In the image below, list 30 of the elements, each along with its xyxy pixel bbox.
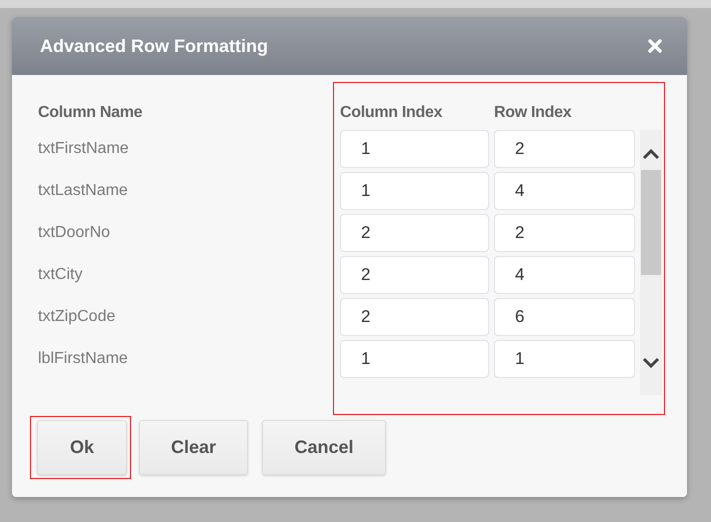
column-name: txtZipCode (38, 308, 116, 326)
dialog-button[interactable]: Cancel (262, 420, 386, 475)
row-index-field[interactable]: 2 (494, 130, 635, 168)
dialog-button[interactable]: Clear (139, 420, 248, 475)
column-name: txtCity (38, 266, 84, 284)
row-index-field[interactable]: 6 (494, 298, 635, 336)
column-header: Row Index (494, 104, 572, 122)
chevron-down-icon[interactable] (642, 357, 660, 369)
column-index-field[interactable]: 1 (340, 130, 489, 168)
dialog-button[interactable]: Ok (37, 420, 127, 475)
row-index-field[interactable]: 4 (494, 256, 635, 294)
column-name: txtFirstName (38, 140, 130, 158)
column-index-field[interactable]: 2 (340, 256, 489, 294)
row-index-field[interactable]: 1 (494, 340, 635, 378)
column-index-field[interactable]: 1 (340, 340, 489, 378)
scrollbar-thumb[interactable] (641, 170, 661, 275)
row-index-field[interactable]: 4 (494, 172, 635, 210)
column-index-field[interactable]: 2 (340, 298, 489, 336)
column-header: Column Index (340, 104, 444, 122)
column-name: txtLastName (38, 182, 129, 200)
scrollbar[interactable] (640, 130, 662, 395)
row-index-field[interactable]: 2 (494, 214, 635, 252)
column-name: lblFirstName (38, 350, 129, 368)
column-index-field[interactable]: 1 (340, 172, 489, 210)
dialog-title: Advanced Row Formatting (40, 36, 268, 56)
column-index-field[interactable]: 2 (340, 214, 489, 252)
chevron-up-icon[interactable] (642, 148, 660, 160)
close-icon[interactable] (647, 38, 663, 54)
column-name: txtDoorNo (38, 224, 112, 242)
column-header: Column Name (38, 104, 144, 122)
